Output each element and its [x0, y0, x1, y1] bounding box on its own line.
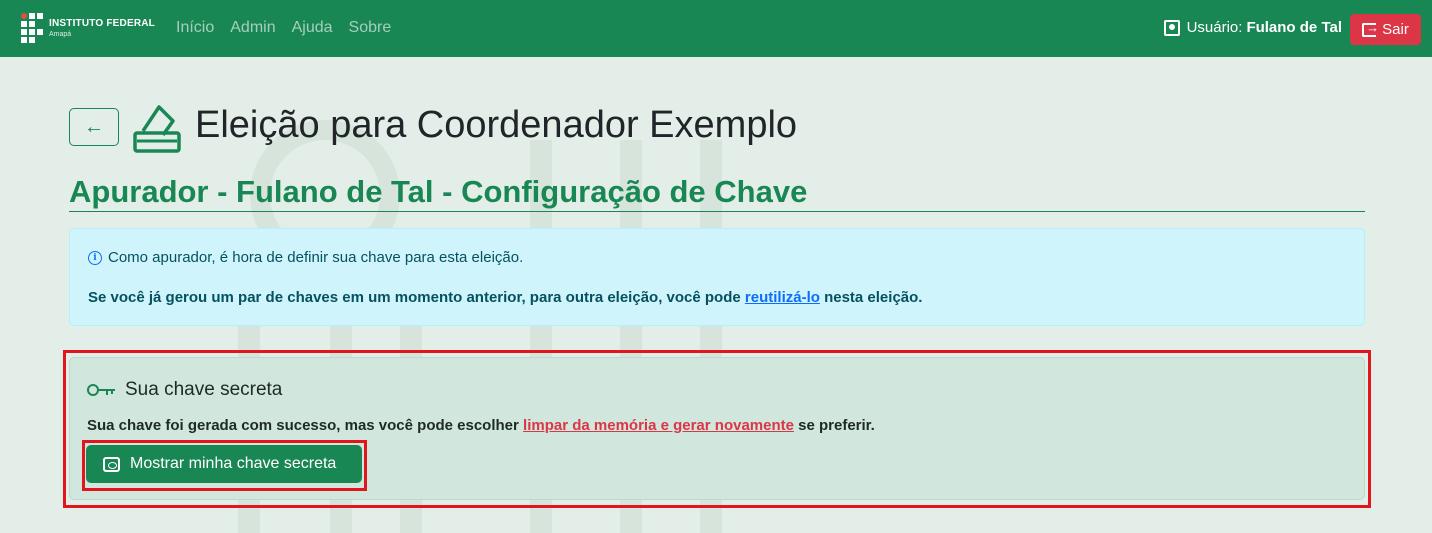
brand-logo[interactable]: INSTITUTO FEDERAL Amapá — [21, 13, 155, 43]
logout-button[interactable]: Sair — [1350, 14, 1421, 45]
nav-item-admin[interactable]: Admin — [230, 19, 275, 37]
info-alert-message: Como apurador, é hora de definir sua cha… — [108, 249, 524, 266]
top-navbar: INSTITUTO FEDERAL Amapá Início Admin Aju… — [0, 0, 1432, 57]
brand-name: INSTITUTO FEDERAL — [49, 17, 155, 29]
reuse-key-link[interactable]: reutilizá-lo — [745, 289, 820, 306]
secret-key-message: Sua chave foi gerada com sucesso, mas vo… — [87, 417, 875, 434]
regenerate-key-link[interactable]: limpar da memória e gerar novamente — [523, 417, 794, 434]
logout-icon — [1362, 20, 1379, 37]
reuse-text-after: nesta eleição. — [819, 289, 923, 306]
ballot-box-icon — [133, 105, 181, 153]
nav-links: Início Admin Ajuda Sobre — [176, 19, 391, 37]
secret-msg-after: se preferir. — [793, 417, 875, 434]
back-button[interactable]: ← — [69, 108, 119, 146]
brand-campus: Amapá — [49, 30, 72, 38]
info-icon: i — [88, 250, 102, 265]
key-icon — [87, 383, 117, 397]
user-label: Usuário: — [1186, 19, 1243, 36]
secret-key-heading: Sua chave secreta — [125, 379, 283, 400]
secret-msg-before: Sua chave foi gerada com sucesso, mas vo… — [87, 417, 524, 434]
info-alert: i Como apurador, é hora de definir sua c… — [69, 228, 1365, 326]
user-badge-icon — [1163, 19, 1180, 36]
arrow-left-icon: ← — [84, 115, 104, 138]
logout-label: Sair — [1382, 21, 1409, 38]
show-secret-key-button[interactable]: Mostrar minha chave secreta — [86, 445, 362, 483]
nav-item-sobre[interactable]: Sobre — [349, 19, 392, 37]
page-subtitle: Apurador - Fulano de Tal - Configuração … — [69, 174, 808, 209]
page-title: Eleição para Coordenador Exemplo — [195, 104, 798, 146]
show-secret-key-label: Mostrar minha chave secreta — [130, 455, 337, 472]
user-info: Usuário: Fulano de Tal — [1163, 19, 1342, 36]
nav-item-inicio[interactable]: Início — [176, 19, 214, 37]
nav-item-ajuda[interactable]: Ajuda — [292, 19, 333, 37]
user-name: Fulano de Tal — [1246, 19, 1342, 36]
reuse-text-before: Se você já gerou um par de chaves em um … — [88, 289, 745, 306]
if-logo-icon — [21, 13, 43, 43]
subtitle-divider — [69, 211, 1365, 212]
eye-icon — [103, 456, 120, 472]
info-alert-reuse-text: Se você já gerou um par de chaves em um … — [88, 289, 922, 306]
